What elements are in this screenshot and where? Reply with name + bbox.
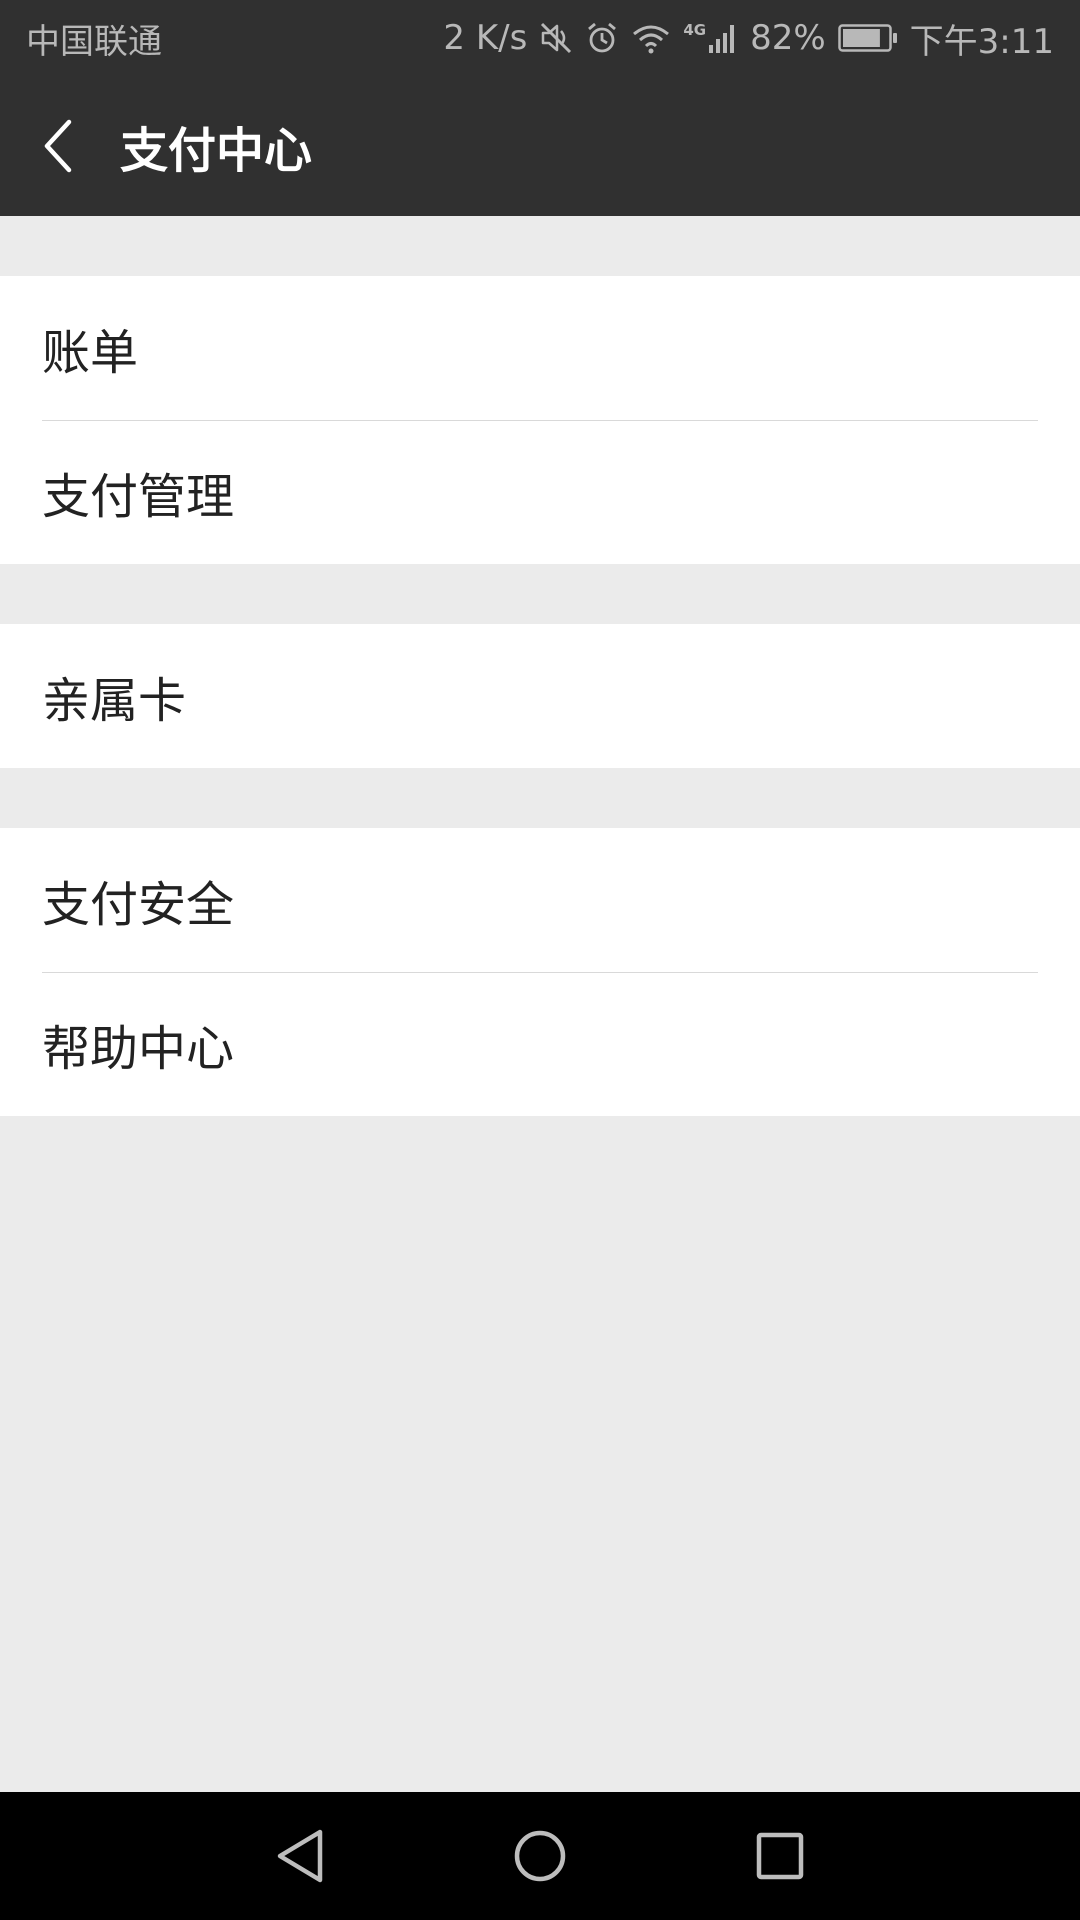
clock-time: 下午3:11 — [909, 21, 1054, 62]
alarm-icon — [585, 21, 619, 55]
menu-item-label: 亲属卡 — [42, 673, 187, 729]
mute-icon — [539, 21, 573, 55]
menu-item-label: 帮助中心 — [42, 1021, 235, 1077]
menu-group-bills: 账单 支付管理 — [0, 276, 1080, 564]
menu-item-label: 账单 — [42, 325, 139, 381]
menu-item-help-center[interactable]: 帮助中心 — [0, 972, 1080, 1116]
battery-percent: 82% — [750, 18, 826, 58]
status-bar: 中国联通 2 K/s 4G 82% 下午3:11 — [0, 0, 1080, 76]
nav-recents-button[interactable] — [734, 1810, 826, 1902]
signal-icon: 4G — [683, 21, 738, 55]
back-button[interactable] — [4, 76, 114, 216]
menu-item-payment-management[interactable]: 支付管理 — [0, 420, 1080, 564]
battery-icon — [837, 23, 898, 53]
page-title: 支付中心 — [120, 123, 313, 179]
menu-list: 账单 支付管理 亲属卡 支付安全 帮助中心 — [0, 216, 1080, 1116]
menu-item-family-card[interactable]: 亲属卡 — [0, 624, 1080, 768]
menu-item-label: 支付管理 — [42, 469, 235, 525]
nav-home-button[interactable] — [494, 1810, 586, 1902]
network-type: 4G — [683, 21, 707, 39]
menu-item-payment-security[interactable]: 支付安全 — [0, 828, 1080, 972]
back-triangle-icon — [277, 1829, 323, 1883]
carrier-name: 中国联通 — [26, 21, 162, 62]
app-bar: 支付中心 — [0, 76, 1080, 216]
nav-back-button[interactable] — [254, 1810, 346, 1902]
net-speed: 2 K/s — [443, 18, 528, 58]
system-nav-bar — [0, 1792, 1080, 1920]
recents-square-icon — [756, 1832, 804, 1880]
menu-group-security: 支付安全 帮助中心 — [0, 828, 1080, 1116]
chevron-left-icon — [44, 119, 72, 173]
menu-group-family-card: 亲属卡 — [0, 624, 1080, 768]
menu-item-bills[interactable]: 账单 — [0, 276, 1080, 420]
wifi-icon — [631, 21, 671, 55]
status-icons: 2 K/s 4G 82% 下午3:11 — [443, 14, 1054, 63]
menu-item-label: 支付安全 — [42, 877, 235, 933]
home-circle-icon — [514, 1830, 566, 1882]
